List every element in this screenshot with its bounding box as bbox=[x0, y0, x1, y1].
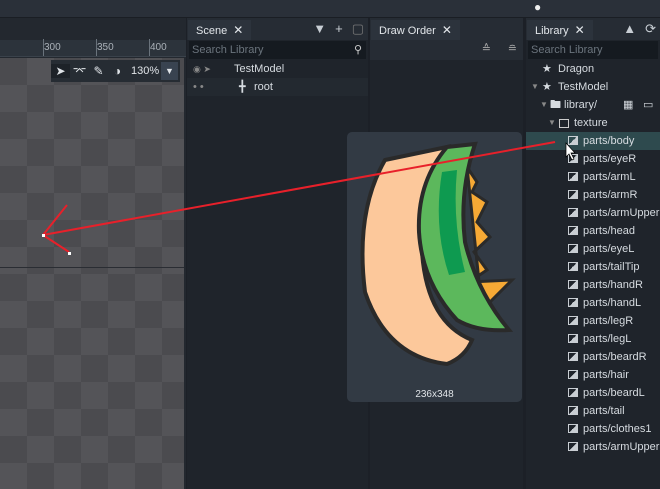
handle-point[interactable] bbox=[42, 234, 45, 237]
mouse-cursor-icon bbox=[565, 142, 576, 161]
drag-arrow-line bbox=[42, 141, 556, 236]
arrow-head bbox=[42, 234, 70, 253]
handle-point[interactable] bbox=[68, 252, 71, 255]
drag-arrow-overlay bbox=[42, 141, 576, 255]
